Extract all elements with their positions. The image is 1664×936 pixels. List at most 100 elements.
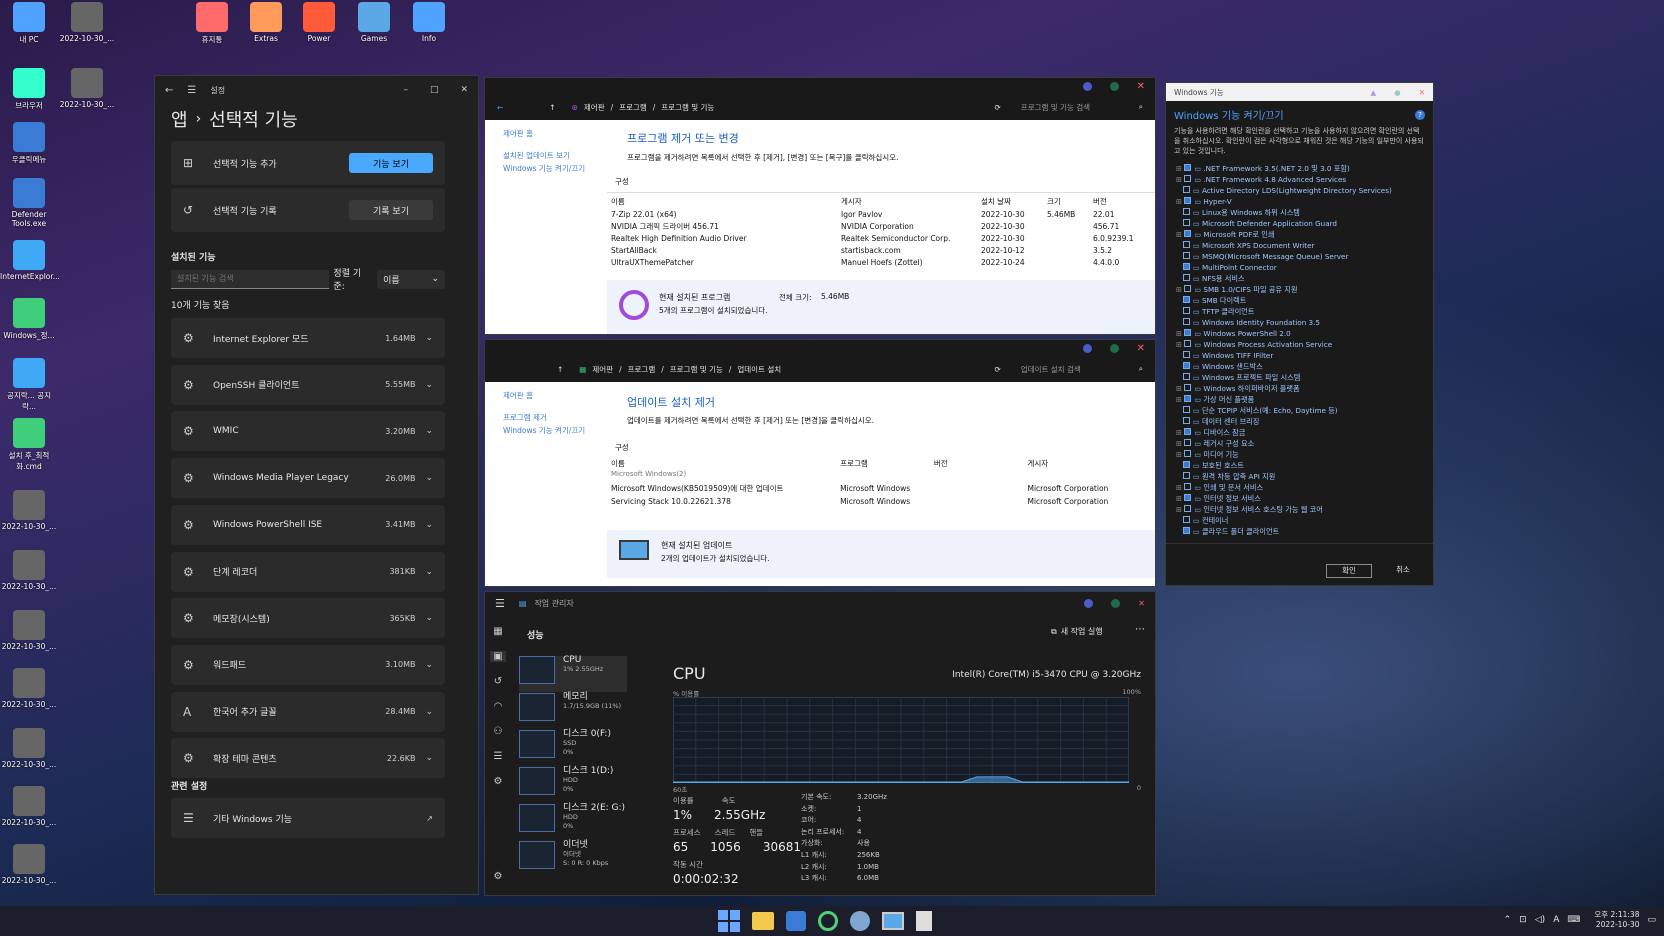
search-box[interactable]: 업데이트 설치 검색 bbox=[1021, 364, 1133, 375]
search-box[interactable]: 프로그램 및 기능 검색 bbox=[1021, 102, 1133, 113]
hamburger-icon[interactable]: ☰ bbox=[495, 597, 505, 610]
settings-icon[interactable]: ⚙ bbox=[494, 871, 503, 882]
desktop-icon[interactable]: 2022-10-30_... bbox=[0, 786, 58, 827]
installed-feature-item[interactable]: ⚙ 워드패드 3.10MB ⌄ bbox=[171, 644, 445, 685]
close-icon[interactable]: ✕ bbox=[1137, 343, 1145, 354]
checkbox[interactable] bbox=[1184, 340, 1192, 347]
more-options-icon[interactable]: ⋯ bbox=[1135, 624, 1145, 635]
breadcrumb-2[interactable]: 프로그램 및 기능 bbox=[670, 364, 723, 375]
breadcrumb-2[interactable]: 프로그램 및 기능 bbox=[661, 102, 714, 113]
desktop-icon[interactable]: 2022-10-30_... bbox=[0, 728, 58, 769]
feature-tree-item[interactable]: ⊞ ▭ 인터넷 정보 서비스 bbox=[1176, 493, 1426, 504]
file-explorer-icon[interactable] bbox=[752, 912, 774, 930]
expand-icon[interactable] bbox=[1176, 406, 1183, 415]
checkbox[interactable] bbox=[1182, 219, 1190, 226]
side-link-1[interactable]: 프로그램 제거 bbox=[503, 412, 547, 423]
checkbox[interactable] bbox=[1182, 241, 1190, 248]
column-header[interactable]: 이름 bbox=[611, 458, 840, 469]
table-row[interactable]: Realtek High Definition Audio Driver Real… bbox=[611, 232, 1155, 244]
table-row[interactable]: UltraUXThemePatcher Manuel Hoefs (Zottel)… bbox=[611, 256, 1155, 268]
feature-tree-item[interactable]: ▭ NFS용 서비스 bbox=[1176, 273, 1426, 284]
checkbox[interactable] bbox=[1184, 164, 1192, 171]
expand-icon[interactable] bbox=[1176, 307, 1183, 316]
table-row[interactable]: StartAllBack startisback.com 2022-10-12 3.5… bbox=[611, 244, 1155, 256]
checkbox[interactable] bbox=[1182, 461, 1190, 468]
desktop-icon[interactable]: Defender Tools.exe bbox=[0, 178, 58, 228]
checkbox[interactable] bbox=[1182, 516, 1190, 523]
expand-icon[interactable] bbox=[1176, 252, 1183, 261]
maximize-icon[interactable]: □ bbox=[430, 85, 439, 95]
checkbox[interactable] bbox=[1182, 417, 1190, 424]
desktop-icon[interactable]: 2022-10-30_... bbox=[58, 68, 116, 109]
table-row[interactable]: 7-Zip 22.01 (x64) Igor Pavlov 2022-10-30 5.… bbox=[611, 208, 1155, 220]
minimize-dot[interactable] bbox=[1082, 343, 1092, 353]
desktop-icon[interactable]: 우클릭메뉴 bbox=[0, 122, 58, 165]
breadcrumb-1[interactable]: 프로그램 bbox=[628, 364, 656, 375]
perf-item[interactable]: 디스크 2(E: G:) HDD 0% bbox=[519, 804, 627, 840]
details-icon[interactable]: ☰ bbox=[494, 751, 503, 762]
desktop-icon[interactable]: 브라우저 bbox=[0, 68, 58, 111]
feature-tree-item[interactable]: ▭ SMB 다이렉트 bbox=[1176, 295, 1426, 306]
feature-tree-item[interactable]: ▭ 단순 TCPIP 서비스(예: Echo, Daytime 등) bbox=[1176, 405, 1426, 416]
checkbox[interactable] bbox=[1182, 208, 1190, 215]
maximize-dot[interactable]: ● bbox=[1394, 88, 1401, 97]
feature-tree-item[interactable]: ▭ Windows Identity Foundation 3.5 bbox=[1176, 317, 1426, 328]
clock-date[interactable]: 2022-10-30 bbox=[1594, 920, 1640, 930]
checkbox[interactable] bbox=[1184, 285, 1192, 292]
desktop-icon[interactable]: Extras bbox=[237, 2, 295, 43]
checkbox[interactable] bbox=[1182, 527, 1190, 534]
back-icon[interactable]: ← bbox=[165, 85, 173, 96]
expand-icon[interactable]: ⊞ bbox=[1176, 428, 1184, 437]
installed-feature-item[interactable]: A 한국어 추가 글꼴 28.4MB ⌄ bbox=[171, 691, 445, 732]
startup-icon[interactable]: ◠ bbox=[494, 701, 503, 712]
feature-tree-item[interactable]: ▭ MultiPoint Connector bbox=[1176, 262, 1426, 273]
expand-icon[interactable] bbox=[1176, 208, 1183, 217]
expand-icon[interactable]: ⊞ bbox=[1176, 164, 1184, 173]
expand-icon[interactable] bbox=[1176, 219, 1183, 228]
chevron-down-icon[interactable]: ⌄ bbox=[425, 660, 433, 670]
minimize-dot[interactable] bbox=[1082, 81, 1092, 91]
chevron-down-icon[interactable]: ⌄ bbox=[425, 613, 433, 623]
maximize-dot[interactable] bbox=[1109, 343, 1119, 353]
ok-button[interactable]: 확인 bbox=[1326, 564, 1372, 578]
chevron-down-icon[interactable]: ⌄ bbox=[425, 753, 433, 763]
expand-icon[interactable]: ⊞ bbox=[1176, 175, 1184, 184]
breadcrumb-1[interactable]: 프로그램 bbox=[619, 102, 647, 113]
checkbox[interactable] bbox=[1182, 472, 1190, 479]
expand-icon[interactable]: ⊞ bbox=[1176, 329, 1184, 338]
perf-item[interactable]: 메모리 1.7/15.9GB (11%) bbox=[519, 693, 627, 729]
checkbox[interactable] bbox=[1182, 406, 1190, 413]
installed-feature-item[interactable]: ⚙ Windows PowerShell ISE 3.41MB ⌄ bbox=[171, 504, 445, 545]
maximize-dot[interactable] bbox=[1111, 598, 1121, 608]
expand-icon[interactable]: ⊞ bbox=[1176, 340, 1184, 349]
view-features-button[interactable]: 기능 보기 bbox=[349, 153, 433, 173]
chevron-down-icon[interactable]: ⌄ bbox=[425, 380, 433, 390]
desktop-icon[interactable]: Info bbox=[400, 2, 458, 43]
performance-icon[interactable]: ▣ bbox=[490, 651, 506, 662]
feature-tree-item[interactable]: ⊞ ▭ 가상 머신 플랫폼 bbox=[1176, 394, 1426, 405]
feature-tree-item[interactable]: ▭ Microsoft Defender Application Guard bbox=[1176, 218, 1426, 229]
table-row[interactable]: Microsoft Windows(KB5019509)에 대한 업데이트 Mic… bbox=[611, 482, 1155, 495]
expand-icon[interactable]: ⊞ bbox=[1176, 483, 1184, 492]
minimize-dot[interactable]: ▲ bbox=[1370, 88, 1376, 97]
installed-feature-item[interactable]: ⚙ Internet Explorer 모드 1.64MB ⌄ bbox=[171, 318, 445, 358]
expand-icon[interactable] bbox=[1176, 362, 1183, 371]
close-icon[interactable]: ✕ bbox=[1419, 88, 1425, 97]
expand-icon[interactable] bbox=[1176, 417, 1183, 426]
expand-icon[interactable] bbox=[1176, 318, 1183, 327]
side-link-1[interactable]: 설치된 업데이트 보기 bbox=[503, 150, 570, 161]
expand-icon[interactable]: ⊞ bbox=[1176, 439, 1184, 448]
expand-icon[interactable]: ⊞ bbox=[1176, 197, 1184, 206]
expand-icon[interactable] bbox=[1176, 263, 1183, 272]
checkbox[interactable] bbox=[1184, 395, 1192, 402]
cancel-button[interactable]: 취소 bbox=[1380, 564, 1426, 578]
maximize-dot[interactable] bbox=[1109, 81, 1119, 91]
desktop-icon[interactable]: 2022-10-30_... bbox=[0, 490, 58, 531]
installed-feature-item[interactable]: ⚙ 단계 레코더 381KB ⌄ bbox=[171, 551, 445, 592]
checkbox[interactable] bbox=[1184, 505, 1192, 512]
checkbox[interactable] bbox=[1184, 175, 1192, 182]
desktop-icon[interactable]: 공지락... 공지락... bbox=[0, 358, 58, 412]
checkbox[interactable] bbox=[1182, 274, 1190, 281]
feature-tree-item[interactable]: ▭ Microsoft XPS Document Writer bbox=[1176, 240, 1426, 251]
chevron-down-icon[interactable]: ⌄ bbox=[425, 520, 433, 530]
